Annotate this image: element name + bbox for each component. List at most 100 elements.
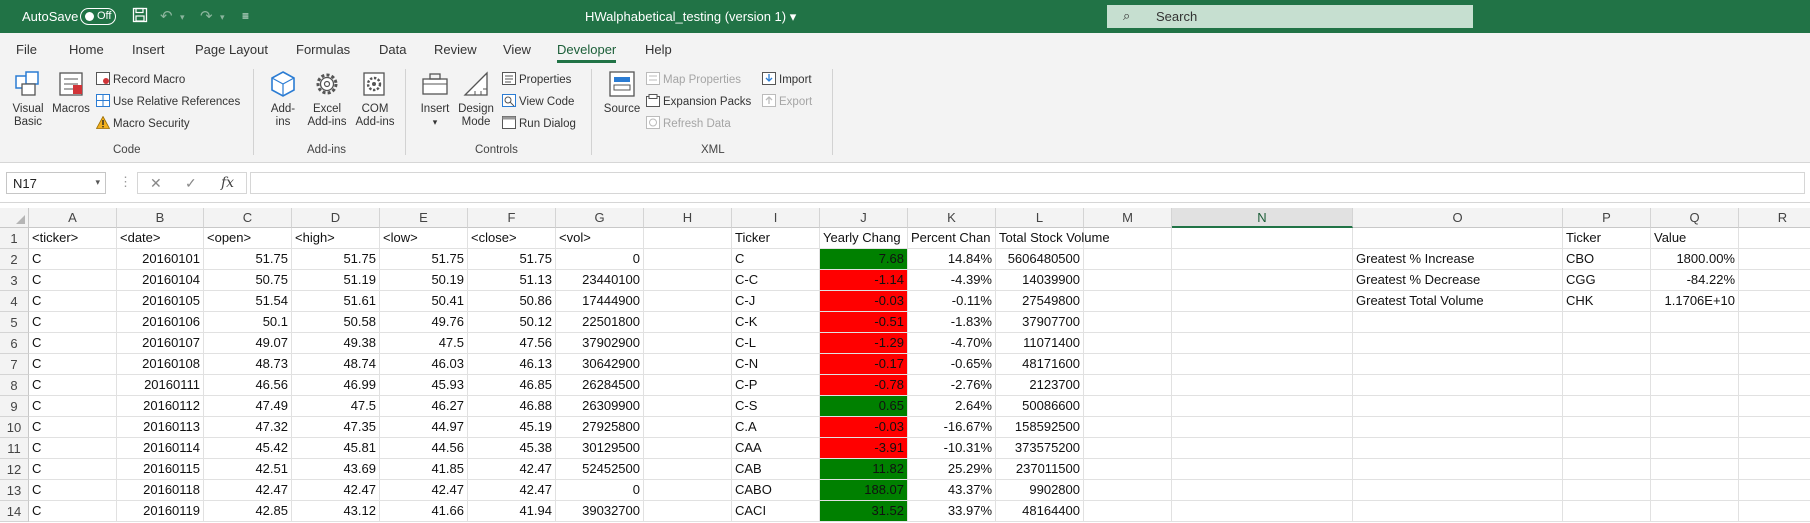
column-header-g[interactable]: G: [556, 208, 644, 228]
visual-basic-button[interactable]: Visual Basic: [8, 69, 48, 129]
data-cell[interactable]: 20160107: [117, 333, 204, 354]
confirm-icon[interactable]: ✓: [185, 175, 197, 192]
header-cell[interactable]: <high>: [292, 228, 380, 249]
summary-ticker-cell[interactable]: C: [732, 249, 820, 270]
data-cell[interactable]: 41.94: [468, 501, 556, 522]
data-cell[interactable]: C: [29, 270, 117, 291]
cell-q12[interactable]: [1651, 459, 1739, 480]
cell-p12[interactable]: [1563, 459, 1651, 480]
percent-change-cell[interactable]: 43.37%: [908, 480, 996, 501]
data-cell[interactable]: 20160114: [117, 438, 204, 459]
data-cell[interactable]: 20160112: [117, 396, 204, 417]
yearly-change-cell[interactable]: -0.17: [820, 354, 908, 375]
data-cell[interactable]: 52452500: [556, 459, 644, 480]
tab-data[interactable]: Data: [379, 42, 406, 57]
cell-h13[interactable]: [644, 480, 732, 501]
data-cell[interactable]: 20160119: [117, 501, 204, 522]
data-cell[interactable]: 47.5: [380, 333, 468, 354]
tab-home[interactable]: Home: [69, 42, 104, 57]
column-header-o[interactable]: O: [1353, 208, 1563, 228]
data-cell[interactable]: 37902900: [556, 333, 644, 354]
row-header-12[interactable]: 12: [0, 459, 29, 480]
summary-ticker-cell[interactable]: C-P: [732, 375, 820, 396]
tab-insert[interactable]: Insert: [132, 42, 165, 57]
data-cell[interactable]: 50.12: [468, 312, 556, 333]
data-cell[interactable]: 42.47: [468, 459, 556, 480]
summary-ticker-cell[interactable]: C-L: [732, 333, 820, 354]
data-cell[interactable]: C: [29, 459, 117, 480]
data-cell[interactable]: 43.12: [292, 501, 380, 522]
percent-change-cell[interactable]: 25.29%: [908, 459, 996, 480]
cell-n2[interactable]: [1172, 249, 1353, 270]
column-header-m[interactable]: M: [1084, 208, 1172, 228]
data-cell[interactable]: 51.75: [380, 249, 468, 270]
document-title[interactable]: HWalphabetical_testing (version 1) ▾: [585, 9, 796, 25]
data-cell[interactable]: 41.85: [380, 459, 468, 480]
percent-change-cell[interactable]: -0.65%: [908, 354, 996, 375]
data-cell[interactable]: 50.19: [380, 270, 468, 291]
percent-change-cell[interactable]: -2.76%: [908, 375, 996, 396]
cell-m14[interactable]: [1084, 501, 1172, 522]
cell-n7[interactable]: [1172, 354, 1353, 375]
data-cell[interactable]: 51.75: [468, 249, 556, 270]
data-cell[interactable]: C: [29, 312, 117, 333]
greatest-value-cell[interactable]: 1800.00%: [1651, 249, 1739, 270]
cell-p5[interactable]: [1563, 312, 1651, 333]
summary-ticker-cell[interactable]: CAA: [732, 438, 820, 459]
column-header-f[interactable]: F: [468, 208, 556, 228]
greatest-label-cell[interactable]: Greatest Total Volume: [1353, 291, 1563, 312]
tab-page-layout[interactable]: Page Layout: [195, 42, 268, 57]
percent-change-cell[interactable]: -0.11%: [908, 291, 996, 312]
import-button[interactable]: Import: [762, 72, 812, 86]
yearly-change-cell[interactable]: -0.78: [820, 375, 908, 396]
data-cell[interactable]: 42.85: [204, 501, 292, 522]
data-cell[interactable]: 43.69: [292, 459, 380, 480]
customize-toolbar-icon[interactable]: ≡: [242, 9, 249, 23]
summary-ticker-cell[interactable]: C-K: [732, 312, 820, 333]
cell-r2[interactable]: [1739, 249, 1810, 270]
percent-change-cell[interactable]: -1.83%: [908, 312, 996, 333]
column-header-i[interactable]: I: [732, 208, 820, 228]
column-header-l[interactable]: L: [996, 208, 1084, 228]
header-cell[interactable]: <close>: [468, 228, 556, 249]
cell-m11[interactable]: [1084, 438, 1172, 459]
greatest-value-cell[interactable]: 1.1706E+10: [1651, 291, 1739, 312]
header-cell[interactable]: <low>: [380, 228, 468, 249]
summary-ticker-cell[interactable]: C-S: [732, 396, 820, 417]
cell-n5[interactable]: [1172, 312, 1353, 333]
row-header-14[interactable]: 14: [0, 501, 29, 522]
data-cell[interactable]: 50.86: [468, 291, 556, 312]
data-cell[interactable]: 50.41: [380, 291, 468, 312]
data-cell[interactable]: 46.03: [380, 354, 468, 375]
data-cell[interactable]: 26284500: [556, 375, 644, 396]
data-cell[interactable]: 46.99: [292, 375, 380, 396]
formula-input[interactable]: [250, 172, 1805, 194]
tab-file[interactable]: File: [16, 42, 37, 57]
cell-h10[interactable]: [644, 417, 732, 438]
tab-review[interactable]: Review: [434, 42, 477, 57]
data-cell[interactable]: 39032700: [556, 501, 644, 522]
total-volume-cell[interactable]: 37907700: [996, 312, 1084, 333]
cell-n6[interactable]: [1172, 333, 1353, 354]
cell-r12[interactable]: [1739, 459, 1810, 480]
header-cell[interactable]: <vol>: [556, 228, 644, 249]
percent-change-cell[interactable]: 33.97%: [908, 501, 996, 522]
row-header-6[interactable]: 6: [0, 333, 29, 354]
refresh-data-button[interactable]: Refresh Data: [646, 116, 731, 130]
cell-h5[interactable]: [644, 312, 732, 333]
summary-header-cell[interactable]: Total Stock Volume: [996, 228, 1110, 249]
cell-n12[interactable]: [1172, 459, 1353, 480]
summary-ticker-cell[interactable]: CAB: [732, 459, 820, 480]
cell-r9[interactable]: [1739, 396, 1810, 417]
cell-o7[interactable]: [1353, 354, 1563, 375]
row-header-7[interactable]: 7: [0, 354, 29, 375]
save-icon[interactable]: [132, 7, 148, 27]
row-header-4[interactable]: 4: [0, 291, 29, 312]
cell-h7[interactable]: [644, 354, 732, 375]
data-cell[interactable]: 50.75: [204, 270, 292, 291]
data-cell[interactable]: 30129500: [556, 438, 644, 459]
data-cell[interactable]: 20160108: [117, 354, 204, 375]
cell-o14[interactable]: [1353, 501, 1563, 522]
com-add-ins-button[interactable]: COM Add-ins: [352, 69, 398, 129]
percent-change-cell[interactable]: -10.31%: [908, 438, 996, 459]
